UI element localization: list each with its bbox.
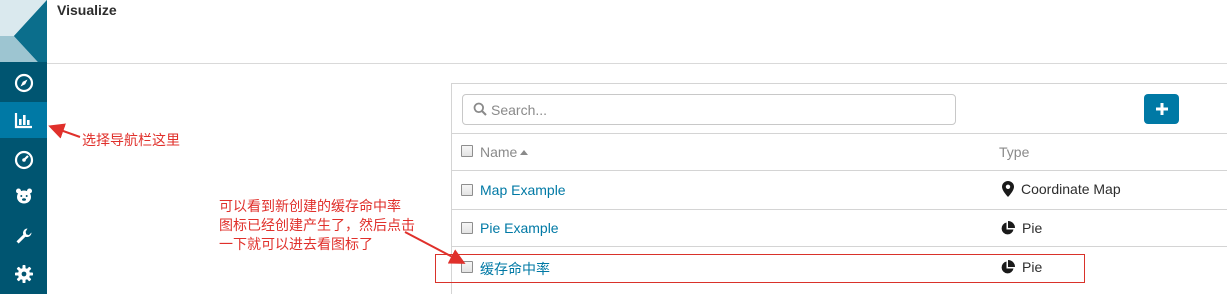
annotation-arrow-nav: [48, 123, 81, 139]
annotation-arrow-row: [404, 231, 466, 264]
annotation-arrows: [48, 123, 466, 264]
